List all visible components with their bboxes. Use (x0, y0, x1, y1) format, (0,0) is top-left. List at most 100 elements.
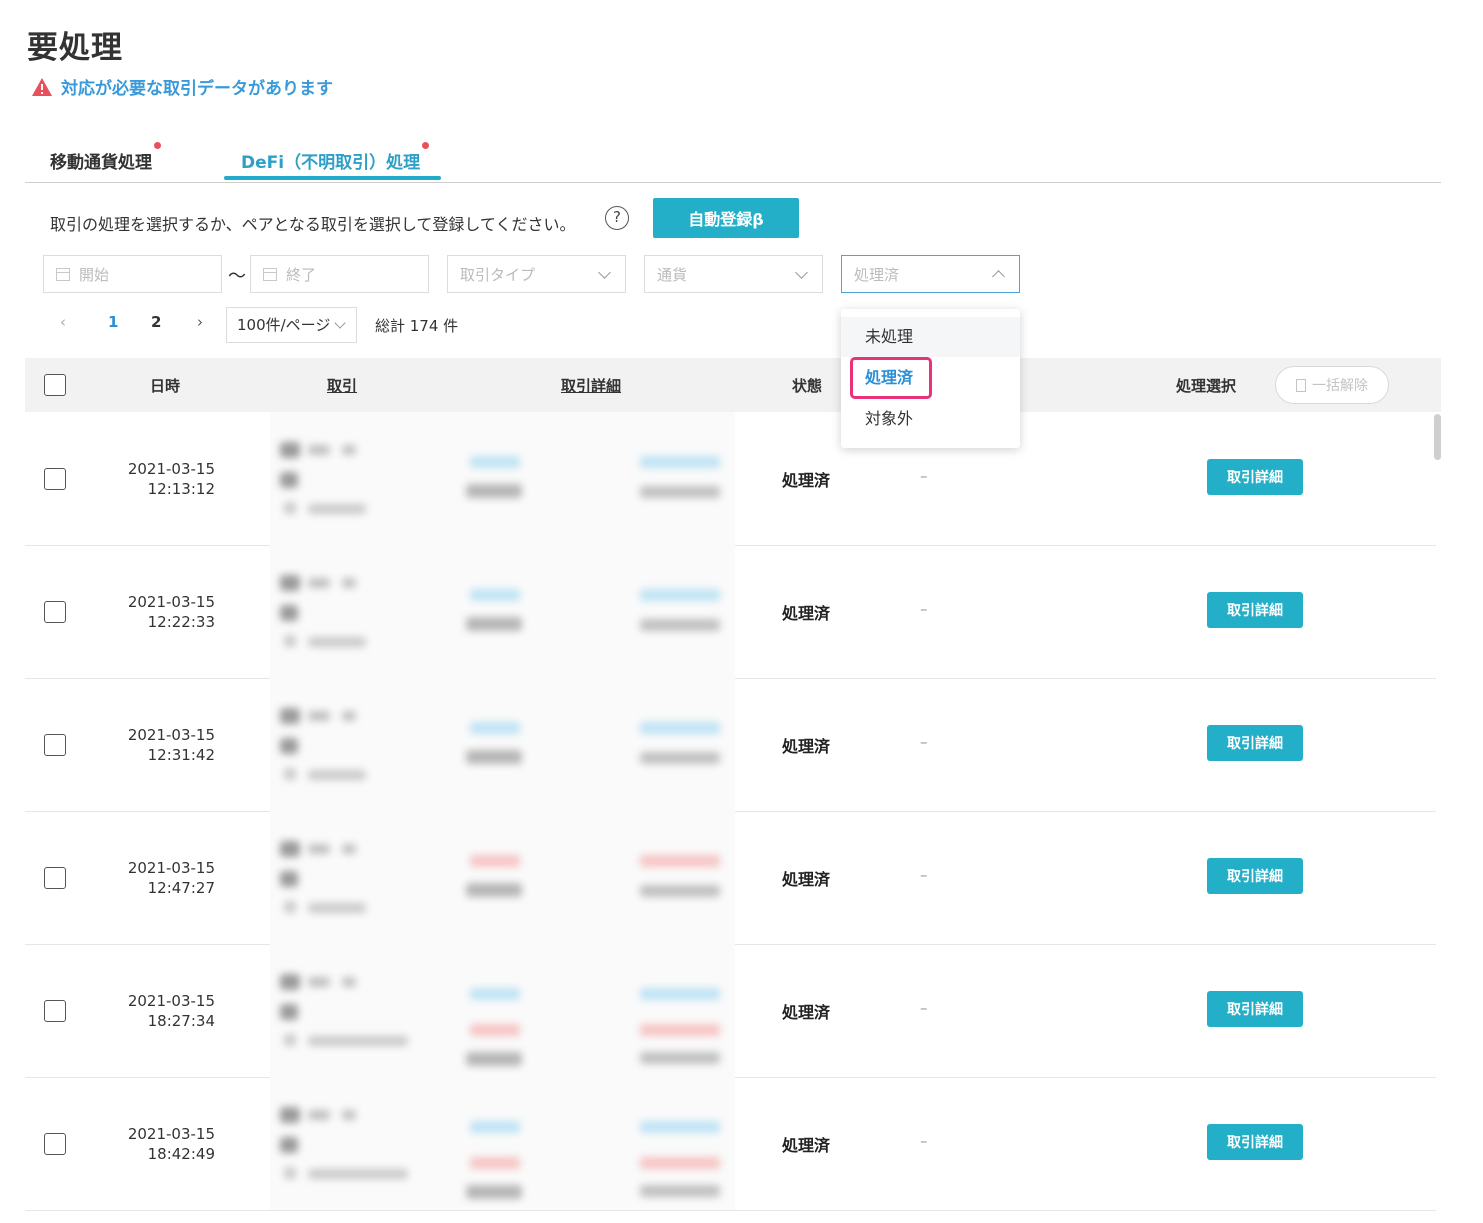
table-row: 2021-03-15 12:13:12 処理済 – 取引詳細 (25, 412, 1436, 546)
end-date-placeholder: 終了 (286, 265, 317, 284)
chevron-down-icon (334, 317, 346, 329)
row-status: 処理済 (782, 870, 831, 889)
chevron-down-icon (795, 266, 808, 279)
tab-bar: 移動通貨処理 DeFi（不明取引）処理 (25, 140, 1441, 183)
row-checkbox[interactable] (44, 1000, 66, 1022)
row-date: 2021-03-15 (127, 726, 215, 744)
start-date-input[interactable]: 開始 (43, 255, 222, 293)
row-status: 処理済 (782, 471, 831, 490)
transaction-detail-button[interactable]: 取引詳細 (1207, 459, 1303, 495)
row-checkbox[interactable] (44, 1133, 66, 1155)
table-row: 2021-03-15 18:42:49 処理済 – 取引詳細 (25, 1077, 1436, 1211)
active-tab-indicator (224, 176, 441, 180)
blurred-transaction-info (270, 1077, 735, 1210)
tab-transfer-processing[interactable]: 移動通貨処理 (50, 142, 161, 173)
bulk-release-label: 一括解除 (1312, 378, 1368, 394)
transaction-detail-button[interactable]: 取引詳細 (1207, 991, 1303, 1027)
row-time: 12:47:27 (147, 879, 215, 897)
calendar-icon (56, 267, 70, 281)
transaction-detail-button[interactable]: 取引詳細 (1207, 725, 1303, 761)
row-time: 12:13:12 (147, 480, 215, 498)
status-dropdown-menu: 未処理 処理済 対象外 (841, 309, 1020, 448)
row-datetime: 2021-03-15 18:42:49 (125, 1124, 215, 1164)
row-status: 処理済 (782, 604, 831, 623)
chevron-up-icon (992, 270, 1005, 283)
transaction-detail-button[interactable]: 取引詳細 (1207, 858, 1303, 894)
row-process-value: – (920, 1132, 928, 1150)
status-option-unprocessed[interactable]: 未処理 (841, 317, 1020, 357)
status-select-value: 処理済 (854, 265, 900, 284)
row-time: 18:27:34 (147, 1012, 215, 1030)
notification-dot (154, 142, 161, 149)
end-date-input[interactable]: 終了 (250, 255, 429, 293)
table-row: 2021-03-15 12:22:33 処理済 – 取引詳細 (25, 545, 1436, 679)
tab-defi-processing[interactable]: DeFi（不明取引）処理 (241, 142, 430, 173)
header-transaction-detail[interactable]: 取引詳細 (561, 375, 621, 396)
row-date: 2021-03-15 (127, 1125, 215, 1143)
blurred-transaction-info (270, 412, 735, 545)
tab-label: 移動通貨処理 (50, 153, 152, 173)
row-process-value: – (920, 600, 928, 618)
row-date: 2021-03-15 (127, 593, 215, 611)
transaction-detail-button[interactable]: 取引詳細 (1207, 1124, 1303, 1160)
scrollbar[interactable] (1434, 414, 1441, 460)
chevron-down-icon (598, 266, 611, 279)
document-icon (1296, 378, 1306, 392)
table-row: 2021-03-15 12:47:27 処理済 – 取引詳細 (25, 811, 1436, 945)
row-datetime: 2021-03-15 12:31:42 (125, 725, 215, 765)
blurred-transaction-info (270, 944, 735, 1077)
transaction-detail-button[interactable]: 取引詳細 (1207, 592, 1303, 628)
row-date: 2021-03-15 (127, 992, 215, 1010)
status-select[interactable]: 処理済 (841, 255, 1020, 293)
instruction-text: 取引の処理を選択するか、ペアとなる取引を選択して登録してください。 (50, 215, 576, 234)
warning-banner: 対応が必要な取引データがあります (31, 74, 333, 99)
date-range-separator: ～ (228, 266, 246, 287)
warning-text: 対応が必要な取引データがあります (61, 79, 333, 99)
row-datetime: 2021-03-15 18:27:34 (125, 991, 215, 1031)
row-process-value: – (920, 999, 928, 1017)
row-datetime: 2021-03-15 12:22:33 (125, 592, 215, 632)
tab-label: DeFi（不明取引）処理 (241, 153, 421, 173)
bulk-release-button[interactable]: 一括解除 (1275, 366, 1389, 404)
calendar-icon (263, 267, 277, 281)
row-checkbox[interactable] (44, 734, 66, 756)
page-2-link[interactable]: 2 (151, 313, 161, 331)
row-datetime: 2021-03-15 12:13:12 (125, 459, 215, 499)
row-process-value: – (920, 467, 928, 485)
help-icon[interactable]: ? (605, 206, 629, 230)
blurred-transaction-info (270, 678, 735, 811)
row-status: 処理済 (782, 737, 831, 756)
header-status: 状態 (792, 377, 823, 395)
prev-page-button[interactable]: ‹ (60, 313, 66, 331)
currency-placeholder: 通貨 (657, 265, 688, 284)
row-process-value: – (920, 733, 928, 751)
status-option-excluded[interactable]: 対象外 (841, 399, 1020, 439)
currency-select[interactable]: 通貨 (644, 255, 823, 293)
highlight-frame (850, 357, 932, 399)
select-all-checkbox[interactable] (44, 374, 66, 396)
transaction-type-select[interactable]: 取引タイプ (447, 255, 626, 293)
row-date: 2021-03-15 (127, 460, 215, 478)
row-checkbox[interactable] (44, 601, 66, 623)
row-checkbox[interactable] (44, 468, 66, 490)
header-process-select: 処理選択 (1176, 377, 1237, 395)
blurred-transaction-info (270, 545, 735, 678)
row-time: 12:31:42 (147, 746, 215, 764)
header-transaction[interactable]: 取引 (327, 375, 357, 396)
total-count: 総計 174 件 (375, 317, 459, 335)
per-page-select[interactable]: 100件/ページ (226, 307, 357, 343)
row-status: 処理済 (782, 1136, 831, 1155)
table-row: 2021-03-15 18:27:34 処理済 – 取引詳細 (25, 944, 1436, 1078)
page-1-link[interactable]: 1 (108, 313, 118, 331)
auto-register-button[interactable]: 自動登録β (653, 198, 799, 238)
next-page-button[interactable]: › (197, 313, 203, 331)
row-time: 18:42:49 (147, 1145, 215, 1163)
start-date-placeholder: 開始 (79, 265, 110, 284)
page-title: 要処理 (27, 30, 123, 66)
table-row: 2021-03-15 12:31:42 処理済 – 取引詳細 (25, 678, 1436, 812)
row-time: 12:22:33 (147, 613, 215, 631)
per-page-value: 100件/ページ (237, 316, 331, 334)
row-status: 処理済 (782, 1003, 831, 1022)
table-header: 日時 取引 取引詳細 状態 処理選択 一括解除 (25, 358, 1441, 412)
row-checkbox[interactable] (44, 867, 66, 889)
